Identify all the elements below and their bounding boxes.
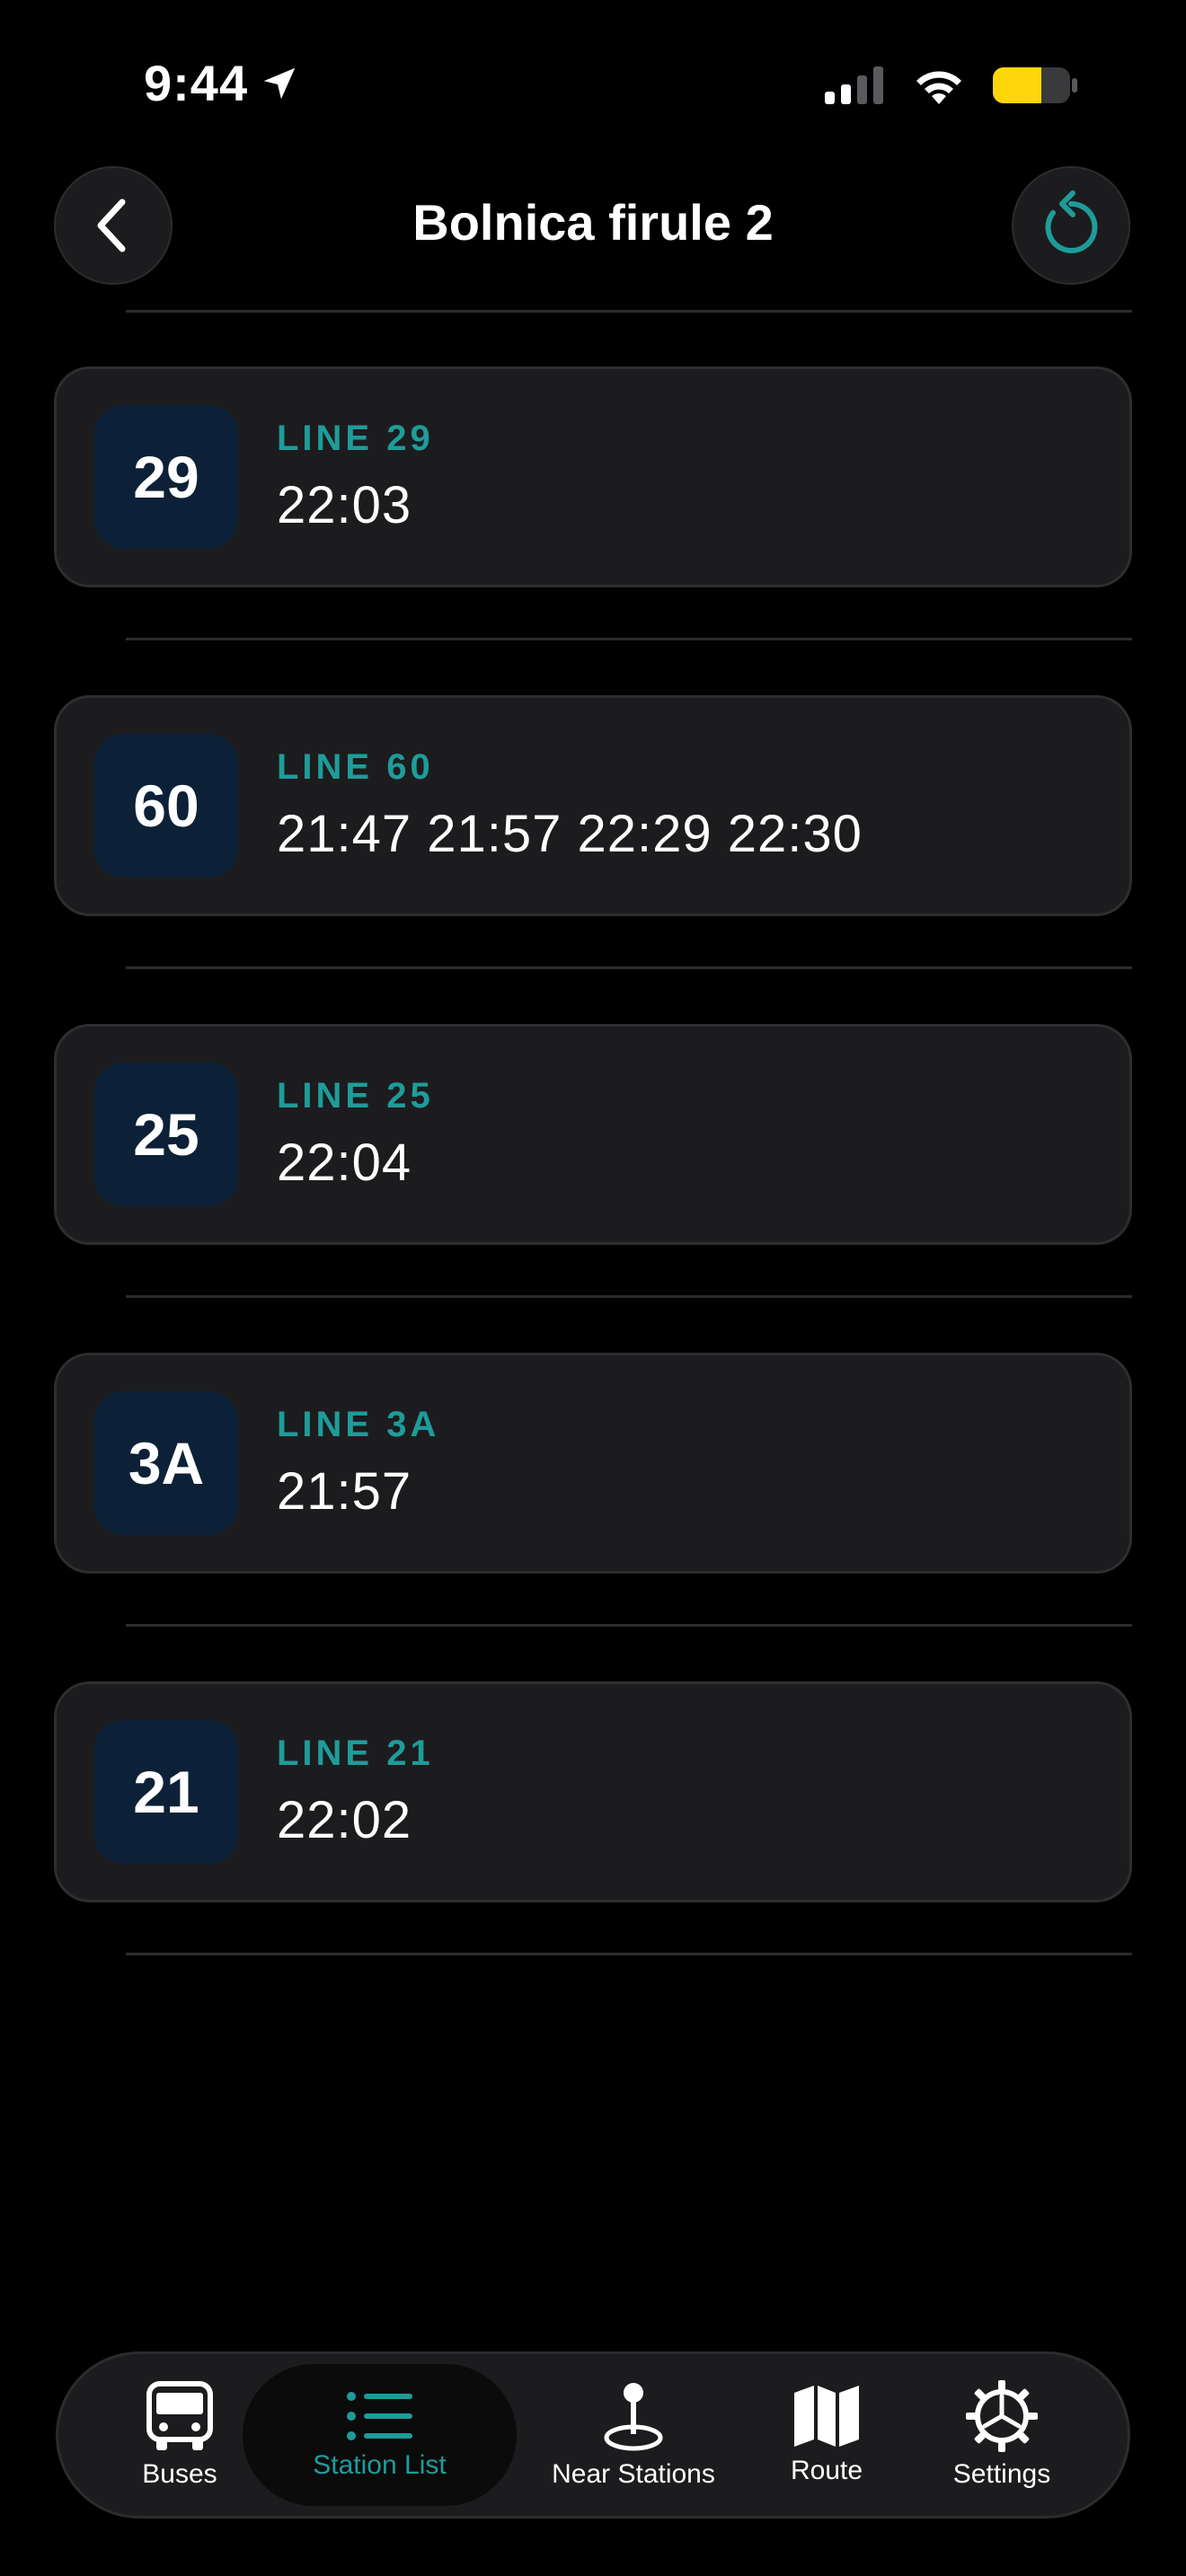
page-title: Bolnica firule 2 <box>412 194 774 251</box>
divider <box>126 1953 1132 1955</box>
tab-near-stations[interactable]: Near Stations <box>526 2354 741 2516</box>
line-card-3a[interactable]: 3A LINE 3A 21:57 <box>54 1353 1132 1574</box>
departure-times: 21:57 <box>277 1462 412 1521</box>
location-pin-icon <box>604 2383 663 2451</box>
location-arrow-icon <box>263 67 296 99</box>
divider <box>126 1295 1132 1298</box>
list-icon <box>346 2392 412 2440</box>
map-icon <box>794 2386 859 2447</box>
line-badge: 21 <box>94 1720 238 1864</box>
line-card-21[interactable]: 21 LINE 21 22:02 <box>54 1681 1132 1902</box>
departure-times: 22:03 <box>277 476 412 534</box>
wifi-icon <box>916 71 961 104</box>
line-card-29[interactable]: 29 LINE 29 22:03 <box>54 366 1132 587</box>
tab-station-list[interactable]: Station List <box>243 2364 517 2506</box>
tab-label: Near Stations <box>552 2459 715 2489</box>
line-label: LINE 25 <box>277 1076 434 1116</box>
battery-icon <box>993 67 1077 103</box>
divider <box>126 966 1132 969</box>
tab-label: Station List <box>313 2450 447 2480</box>
refresh-icon <box>1045 190 1098 253</box>
gear-icon <box>966 2380 1038 2452</box>
divider <box>126 1624 1132 1627</box>
line-badge: 25 <box>94 1063 238 1206</box>
line-label: LINE 29 <box>277 419 434 458</box>
status-icons <box>825 65 1078 106</box>
status-bar: 9:44 <box>0 0 1186 162</box>
departure-times: 22:02 <box>277 1791 412 1849</box>
line-badge: 3A <box>94 1391 238 1535</box>
tab-route[interactable]: Route <box>768 2354 885 2516</box>
departure-times: 22:04 <box>277 1134 412 1192</box>
status-time: 9:44 <box>144 54 300 112</box>
line-card-25[interactable]: 25 LINE 25 22:04 <box>54 1024 1132 1245</box>
bus-icon <box>146 2381 213 2450</box>
tab-settings[interactable]: Settings <box>934 2354 1069 2516</box>
header: Bolnica firule 2 <box>0 166 1186 287</box>
cellular-signal-icon <box>825 66 883 104</box>
line-label: LINE 21 <box>277 1734 434 1773</box>
line-badge: 60 <box>94 734 238 878</box>
tab-label: Settings <box>952 2459 1051 2489</box>
divider <box>126 310 1132 313</box>
line-label: LINE 3A <box>277 1405 440 1444</box>
tab-bar: Buses Station List Near Stations Route S… <box>56 2351 1130 2519</box>
departure-times: 21:47 21:57 22:29 22:30 <box>277 805 863 863</box>
tab-label: Route <box>790 2456 863 2485</box>
divider <box>126 638 1132 640</box>
tab-label: Buses <box>142 2459 217 2489</box>
line-card-60[interactable]: 60 LINE 60 21:47 21:57 22:29 22:30 <box>54 695 1132 916</box>
line-label: LINE 60 <box>277 747 434 787</box>
refresh-button[interactable] <box>1012 166 1130 285</box>
tab-buses[interactable]: Buses <box>121 2354 238 2516</box>
status-time-text: 9:44 <box>144 55 249 111</box>
line-badge: 29 <box>94 405 238 549</box>
